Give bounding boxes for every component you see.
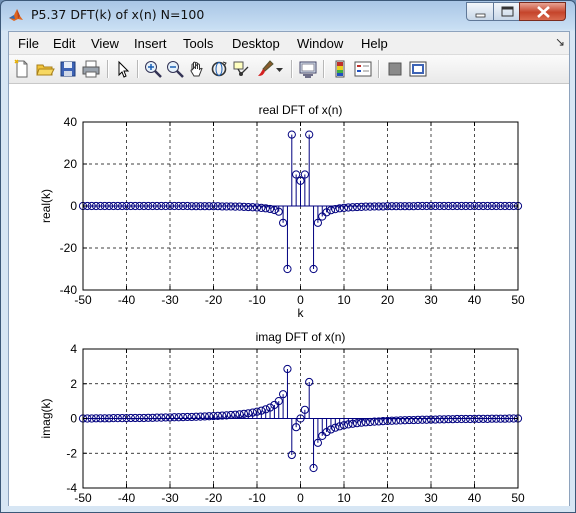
- chart1-x-tick-label: 0: [297, 293, 304, 307]
- pointer-icon[interactable]: [113, 59, 133, 79]
- chart2-y-tick-label: 0: [70, 412, 77, 426]
- chart2-x-tick-label: 0: [297, 491, 304, 505]
- window-title: P5.37 DFT(k) of x(n) N=100: [31, 7, 205, 22]
- menu-view[interactable]: View: [91, 36, 119, 51]
- chart2-title: imag DFT of x(n): [256, 330, 346, 344]
- toolbar-separator: [378, 60, 380, 78]
- chart2-x-tick-label: -10: [248, 491, 266, 505]
- chart1-x-tick-label: -40: [118, 293, 136, 307]
- chart1-y-tick-label: -20: [60, 241, 78, 255]
- brush-icon[interactable]: [255, 59, 275, 79]
- menu-file[interactable]: File: [18, 36, 39, 51]
- open-file-icon[interactable]: [35, 59, 55, 79]
- title-bar[interactable]: P5.37 DFT(k) of x(n) N=100: [1, 1, 575, 30]
- chart1-x-tick-label: 40: [468, 293, 482, 307]
- show-plot-tools-icon[interactable]: [408, 59, 428, 79]
- zoom-in-icon[interactable]: [143, 59, 163, 79]
- minimize-button[interactable]: [466, 2, 494, 21]
- maximize-icon: [501, 6, 514, 17]
- chart1-x-tick-label: 10: [337, 293, 351, 307]
- menu-edit[interactable]: Edit: [53, 36, 75, 51]
- chart1-title: real DFT of x(n): [259, 103, 343, 117]
- chart2-x-tick-label: 20: [381, 491, 395, 505]
- chart1-x-tick-label: -30: [161, 293, 179, 307]
- rotate-3d-icon[interactable]: [209, 59, 229, 79]
- hide-plot-tools-icon[interactable]: [385, 59, 405, 79]
- maximize-button[interactable]: [493, 2, 520, 21]
- figure-toolbar: [9, 55, 569, 84]
- new-figure-icon[interactable]: [12, 59, 32, 79]
- save-icon[interactable]: [58, 59, 78, 79]
- chart2-x-axis-label: k: [298, 504, 305, 506]
- toolbar-separator: [107, 60, 109, 78]
- menu-help[interactable]: Help: [361, 36, 388, 51]
- data-cursor-icon[interactable]: [231, 59, 251, 79]
- chart2-x-tick-label: -20: [205, 491, 223, 505]
- menu-window[interactable]: Window: [297, 36, 343, 51]
- chart1-y-axis-label: real(k): [39, 189, 53, 223]
- chart1-x-axis-label: k: [298, 306, 305, 320]
- dock-figure-icon[interactable]: ↘: [555, 35, 565, 49]
- close-button[interactable]: [519, 2, 566, 21]
- zoom-out-icon[interactable]: [165, 59, 185, 79]
- chart2-y-tick-label: 4: [70, 342, 77, 356]
- toolbar-separator: [291, 60, 293, 78]
- chart1-x-tick-label: -10: [248, 293, 266, 307]
- legend-icon[interactable]: [353, 59, 373, 79]
- chart1-x-tick-label: 50: [511, 293, 525, 307]
- close-icon: [537, 6, 550, 18]
- toolbar-separator: [137, 60, 139, 78]
- chart1-y-tick-label: 20: [64, 157, 78, 171]
- print-icon[interactable]: [81, 59, 101, 79]
- chart2-x-tick-label: 10: [337, 491, 351, 505]
- chart2-x-tick-label: -30: [161, 491, 179, 505]
- matlab-logo-icon: [9, 9, 23, 21]
- chart1-y-tick-label: 0: [70, 199, 77, 213]
- chart2-x-tick-label: -40: [118, 491, 136, 505]
- figure-client-area: File Edit View Insert Tools Desktop Wind…: [8, 31, 570, 506]
- pan-hand-icon[interactable]: [187, 59, 207, 79]
- colorbar-icon[interactable]: [330, 59, 350, 79]
- chart2-y-tick-label: -2: [66, 446, 77, 460]
- chart2-x-tick-label: 40: [468, 491, 482, 505]
- chart2-y-axis-label: imag(k): [39, 398, 53, 438]
- minimize-icon: [475, 13, 486, 18]
- dropdown-arrow-icon[interactable]: [275, 59, 284, 79]
- toolbar-separator: [323, 60, 325, 78]
- chart1-y-tick-label: -40: [60, 283, 78, 297]
- chart2-x-tick-label: 30: [424, 491, 438, 505]
- chart2-y-tick-label: -4: [66, 481, 77, 495]
- menu-tools[interactable]: Tools: [183, 36, 213, 51]
- chart1-y-tick-label: 40: [64, 115, 78, 129]
- chart2-y-tick-label: 2: [70, 377, 77, 391]
- chart1-x-tick-label: 20: [381, 293, 395, 307]
- menu-desktop[interactable]: Desktop: [232, 36, 280, 51]
- chart2-x-tick-label: 50: [511, 491, 525, 505]
- chart1-x-tick-label: -20: [205, 293, 223, 307]
- menu-insert[interactable]: Insert: [134, 36, 167, 51]
- chart1-x-tick-label: 30: [424, 293, 438, 307]
- figure-canvas: -50 -40 -30 -20 -10 0 10 20 30 40 50 -40 -20 0 20 40 rea…: [9, 84, 569, 506]
- figure-window: P5.37 DFT(k) of x(n) N=100 File Edit Vie…: [0, 0, 576, 513]
- menu-bar: File Edit View Insert Tools Desktop Wind…: [9, 32, 569, 55]
- figure-plot-area: -50 -40 -30 -20 -10 0 10 20 30 40 50-40-2002040rea…: [39, 103, 525, 506]
- link-plot-icon[interactable]: [298, 59, 318, 79]
